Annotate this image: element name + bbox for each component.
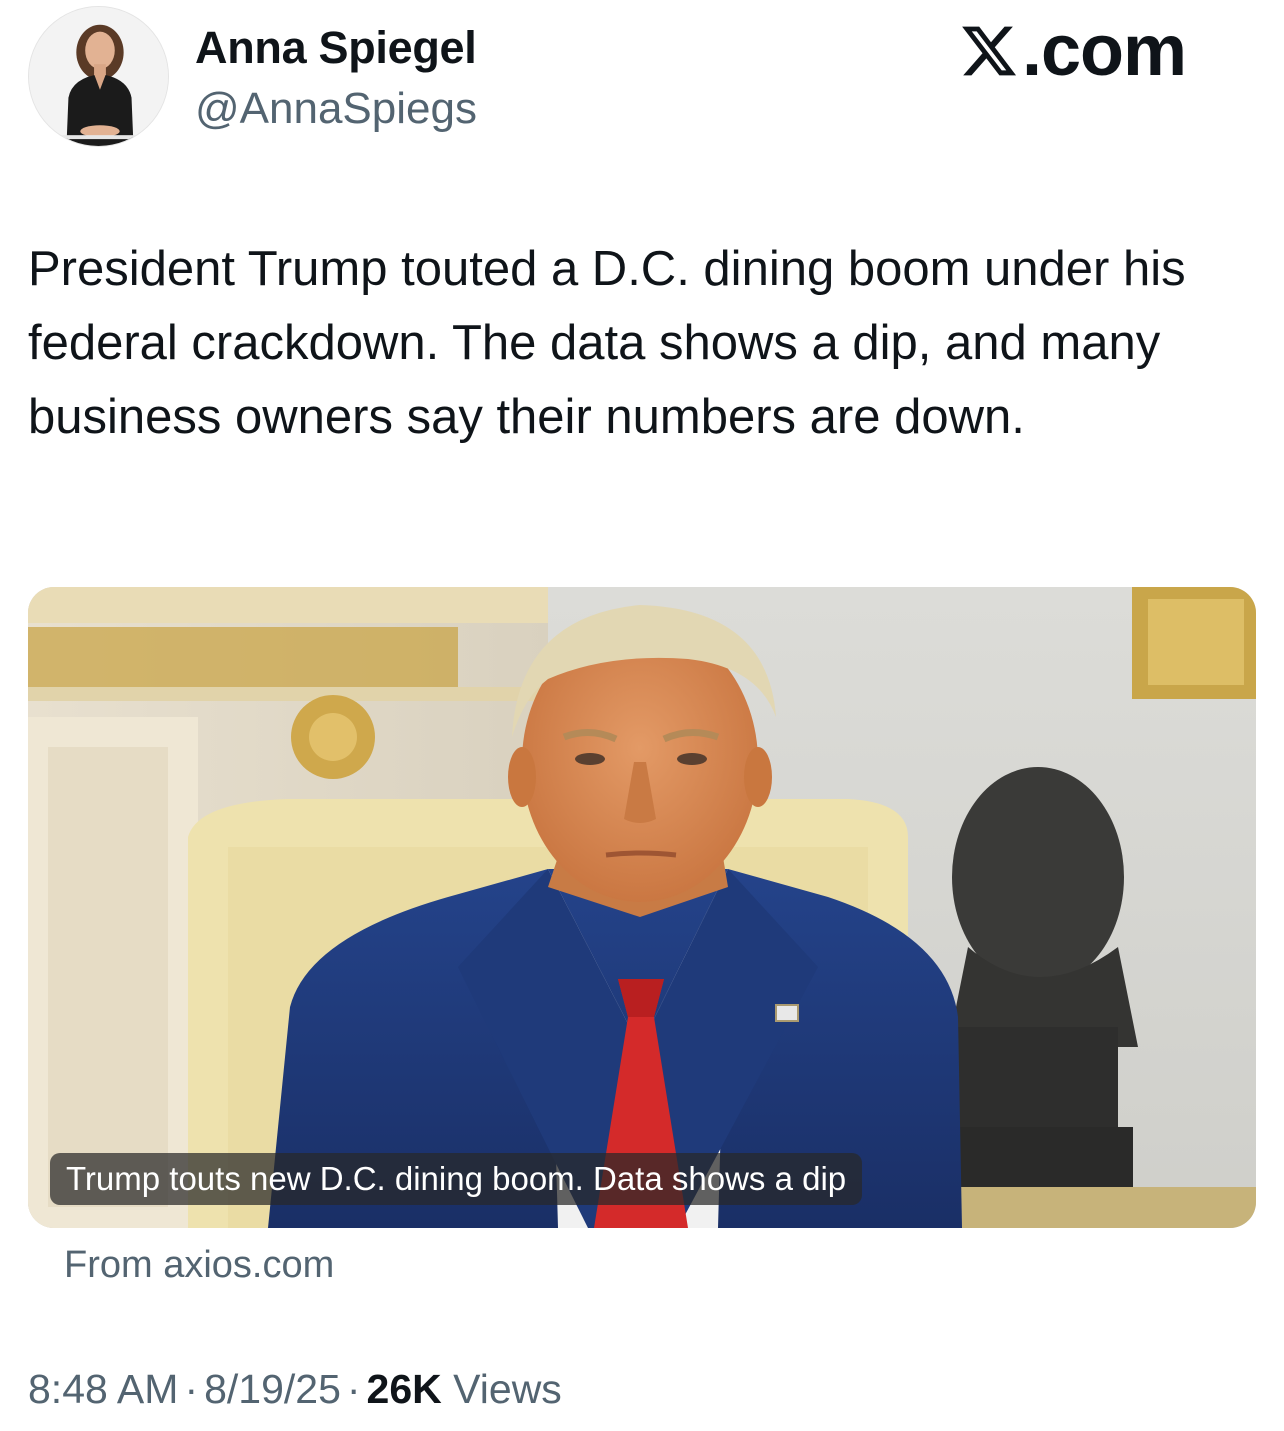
views-count: 26K [366,1366,442,1412]
card-caption: Trump touts new D.C. dining boom. Data s… [50,1153,863,1205]
tweet-meta: 8:48 AM · 8/19/25 · 26K Views [28,1366,562,1413]
author-handle[interactable]: @AnnaSpiegs [195,84,477,134]
author-name[interactable]: Anna Spiegel [195,22,477,74]
avatar-portrait-image [29,7,168,146]
separator: · [184,1366,199,1412]
separator: · [346,1366,361,1412]
x-logo-icon [962,26,1017,76]
card-source[interactable]: From axios.com [64,1244,334,1287]
brand-domain: .com [1022,11,1187,91]
tweet-time[interactable]: 8:48 AM [28,1366,178,1412]
tweet-date[interactable]: 8/19/25 [204,1366,341,1412]
avatar[interactable] [28,6,169,147]
views-label: Views [453,1366,562,1412]
link-card[interactable]: Trump touts new D.C. dining boom. Data s… [28,587,1256,1228]
card-photo-image [28,587,1256,1228]
tweet-screenshot: Anna Spiegel @AnnaSpiegs .com President … [0,0,1284,1431]
brand-watermark: .com [958,11,1187,91]
tweet-text: President Trump touted a D.C. dining boo… [28,242,1186,444]
